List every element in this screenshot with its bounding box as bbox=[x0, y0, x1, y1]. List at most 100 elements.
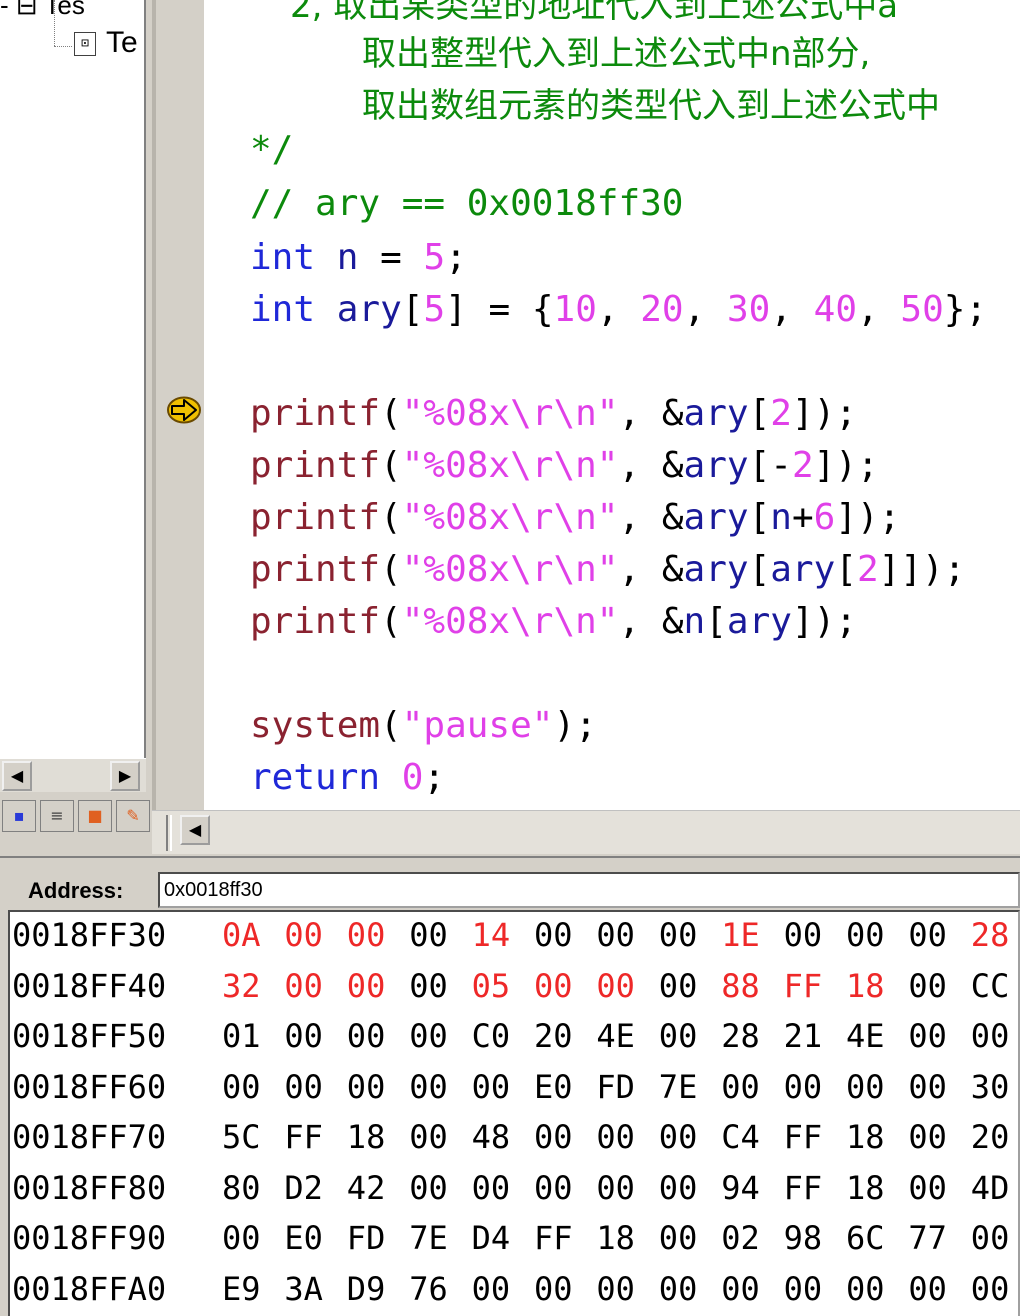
memory-byte[interactable]: 76 bbox=[409, 1264, 448, 1314]
memory-byte[interactable]: 00 bbox=[409, 1163, 448, 1213]
memory-byte[interactable]: CC bbox=[971, 961, 1010, 1011]
memory-byte[interactable]: 00 bbox=[721, 1264, 760, 1314]
memory-byte[interactable]: 00 bbox=[908, 1011, 947, 1061]
memory-byte[interactable]: 00 bbox=[846, 912, 885, 960]
memory-byte[interactable]: 00 bbox=[534, 912, 573, 960]
memory-byte[interactable]: 00 bbox=[908, 1062, 947, 1112]
memory-byte[interactable]: 00 bbox=[908, 1112, 947, 1162]
memory-byte[interactable]: 18 bbox=[846, 1163, 885, 1213]
memory-byte[interactable]: 00 bbox=[784, 1062, 823, 1112]
info-view-tab[interactable]: ✎ bbox=[116, 800, 150, 832]
memory-byte[interactable]: 00 bbox=[908, 961, 947, 1011]
memory-byte[interactable]: FD bbox=[596, 1062, 635, 1112]
memory-byte[interactable]: 1E bbox=[721, 912, 760, 960]
memory-byte[interactable]: 00 bbox=[784, 1264, 823, 1314]
memory-byte[interactable]: 00 bbox=[222, 1062, 261, 1112]
memory-byte[interactable]: 00 bbox=[284, 912, 323, 960]
memory-byte[interactable]: FD bbox=[347, 1213, 386, 1263]
memory-byte[interactable]: 00 bbox=[846, 1264, 885, 1314]
memory-byte[interactable]: D2 bbox=[284, 1163, 323, 1213]
memory-byte[interactable]: 00 bbox=[721, 1062, 760, 1112]
memory-byte[interactable]: E0 bbox=[534, 1062, 573, 1112]
memory-byte[interactable]: 00 bbox=[284, 961, 323, 1011]
scroll-left-button[interactable]: ◀ bbox=[180, 815, 210, 845]
memory-byte[interactable]: 00 bbox=[784, 912, 823, 960]
memory-byte[interactable]: 00 bbox=[347, 961, 386, 1011]
memory-byte[interactable]: 00 bbox=[971, 1264, 1010, 1314]
memory-byte[interactable]: 00 bbox=[659, 1264, 698, 1314]
memory-byte[interactable]: 00 bbox=[534, 1112, 573, 1162]
memory-byte[interactable]: 00 bbox=[596, 961, 635, 1011]
memory-byte[interactable]: FF bbox=[284, 1112, 323, 1162]
memory-byte[interactable]: 00 bbox=[409, 1062, 448, 1112]
memory-grid[interactable]: 0018FF30 0A 00 00 00 14 00 00 00 1E 00 00 00 28 0018FF… bbox=[8, 910, 1020, 1316]
memory-byte[interactable]: 7E bbox=[659, 1062, 698, 1112]
memory-byte[interactable]: FF bbox=[534, 1213, 573, 1263]
memory-byte[interactable]: 00 bbox=[908, 1163, 947, 1213]
memory-byte[interactable]: 98 bbox=[784, 1213, 823, 1263]
memory-byte[interactable]: 00 bbox=[846, 1062, 885, 1112]
memory-byte[interactable]: 00 bbox=[659, 1011, 698, 1061]
memory-byte[interactable]: 30 bbox=[971, 1062, 1010, 1112]
memory-byte[interactable]: 00 bbox=[347, 1011, 386, 1061]
memory-byte[interactable]: 00 bbox=[971, 1213, 1010, 1263]
memory-byte[interactable]: 6C bbox=[846, 1213, 885, 1263]
memory-byte[interactable]: 32 bbox=[222, 961, 261, 1011]
memory-byte[interactable]: D4 bbox=[472, 1213, 511, 1263]
memory-byte[interactable]: 21 bbox=[784, 1011, 823, 1061]
memory-byte[interactable]: E0 bbox=[284, 1213, 323, 1263]
memory-byte[interactable]: 3A bbox=[284, 1264, 323, 1314]
memory-byte[interactable]: 14 bbox=[472, 912, 511, 960]
memory-byte[interactable]: 00 bbox=[659, 912, 698, 960]
memory-byte[interactable]: 00 bbox=[222, 1213, 261, 1263]
scroll-left-button[interactable]: ◀ bbox=[2, 761, 32, 791]
memory-byte[interactable]: 20 bbox=[534, 1011, 573, 1061]
memory-byte[interactable]: FF bbox=[784, 1163, 823, 1213]
memory-byte[interactable]: 42 bbox=[347, 1163, 386, 1213]
memory-byte[interactable]: 00 bbox=[472, 1062, 511, 1112]
memory-byte[interactable]: 00 bbox=[347, 912, 386, 960]
memory-byte[interactable]: 00 bbox=[284, 1011, 323, 1061]
memory-byte[interactable]: 00 bbox=[659, 961, 698, 1011]
memory-byte[interactable]: 00 bbox=[472, 1264, 511, 1314]
splitter-handle[interactable] bbox=[166, 815, 172, 851]
memory-byte[interactable]: 4E bbox=[596, 1011, 635, 1061]
memory-byte[interactable]: 94 bbox=[721, 1163, 760, 1213]
memory-byte[interactable]: 01 bbox=[222, 1011, 261, 1061]
tree-horizontal-scrollbar[interactable]: ◀ ▶ bbox=[0, 758, 146, 792]
memory-byte[interactable]: 48 bbox=[472, 1112, 511, 1162]
resource-view-tab[interactable]: ≡ bbox=[40, 800, 74, 832]
tree-item-project[interactable]: - ⊟ Tes bbox=[0, 0, 85, 21]
memory-byte[interactable]: 02 bbox=[721, 1213, 760, 1263]
memory-byte[interactable]: 00 bbox=[409, 912, 448, 960]
tree-item-file[interactable]: Te bbox=[106, 26, 138, 60]
memory-byte[interactable]: 00 bbox=[596, 1163, 635, 1213]
memory-byte[interactable]: 00 bbox=[971, 1011, 1010, 1061]
memory-byte[interactable]: E9 bbox=[222, 1264, 261, 1314]
editor-horizontal-scrollbar[interactable]: ◀ bbox=[152, 810, 1020, 854]
memory-byte[interactable]: 77 bbox=[908, 1213, 947, 1263]
memory-byte[interactable]: 20 bbox=[971, 1112, 1010, 1162]
memory-byte[interactable]: 18 bbox=[846, 1112, 885, 1162]
memory-byte[interactable]: 00 bbox=[409, 1011, 448, 1061]
address-input[interactable] bbox=[158, 872, 1020, 908]
memory-byte[interactable]: 00 bbox=[596, 1264, 635, 1314]
code-editor[interactable]: 2, 取出某类型的地址代入到上述公式中a 取出整型代入到上述公式中n部分, 取出… bbox=[204, 0, 1020, 810]
memory-byte[interactable]: 00 bbox=[596, 912, 635, 960]
memory-byte[interactable]: C0 bbox=[472, 1011, 511, 1061]
memory-byte[interactable]: 00 bbox=[347, 1062, 386, 1112]
memory-byte[interactable]: 05 bbox=[472, 961, 511, 1011]
memory-byte[interactable]: FF bbox=[784, 961, 823, 1011]
memory-byte[interactable]: 5C bbox=[222, 1112, 261, 1162]
memory-byte[interactable]: D9 bbox=[347, 1264, 386, 1314]
memory-byte[interactable]: 4D bbox=[971, 1163, 1010, 1213]
memory-byte[interactable]: 00 bbox=[409, 1112, 448, 1162]
memory-byte[interactable]: 18 bbox=[347, 1112, 386, 1162]
memory-byte[interactable]: 28 bbox=[721, 1011, 760, 1061]
memory-byte[interactable]: 88 bbox=[721, 961, 760, 1011]
memory-byte[interactable]: 00 bbox=[472, 1163, 511, 1213]
memory-byte[interactable]: C4 bbox=[721, 1112, 760, 1162]
memory-byte[interactable]: 00 bbox=[659, 1112, 698, 1162]
memory-byte[interactable]: 00 bbox=[659, 1163, 698, 1213]
memory-byte[interactable]: 00 bbox=[908, 1264, 947, 1314]
